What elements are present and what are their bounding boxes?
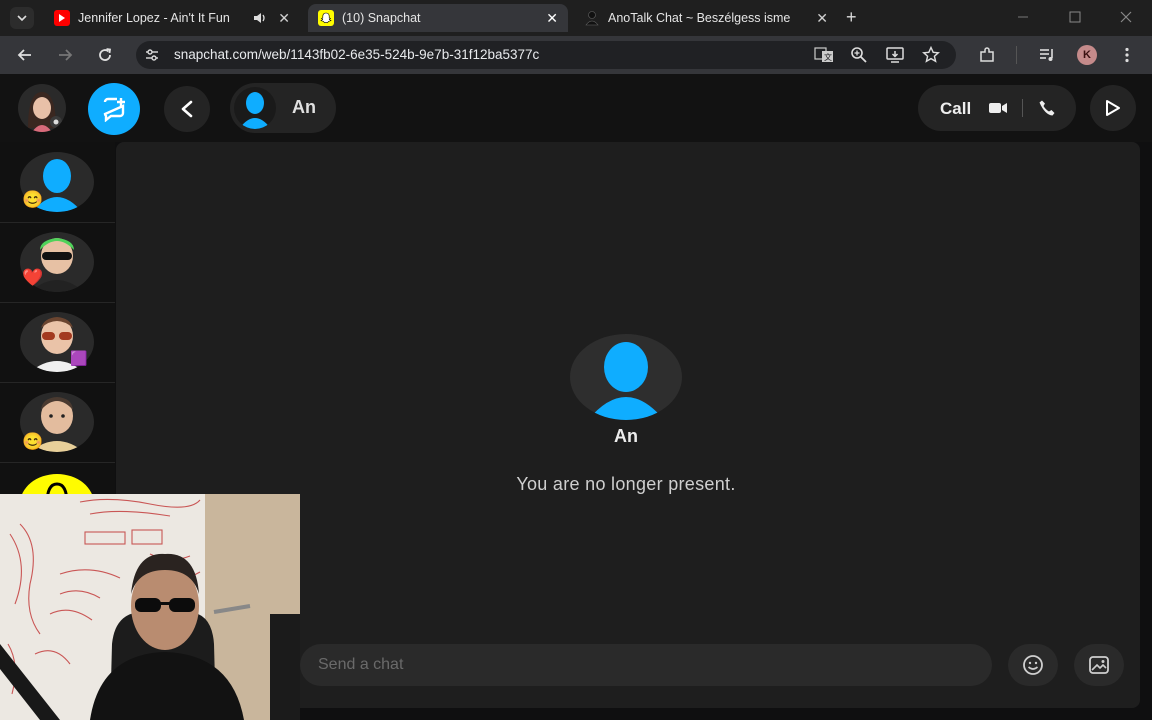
- arrow-left-icon: [17, 49, 31, 61]
- address-bar[interactable]: snapchat.com/web/1143fb02-6e35-524b-9e7b…: [136, 41, 956, 69]
- toolbar-divider: [1016, 46, 1017, 64]
- close-tab-icon[interactable]: ✕: [278, 10, 290, 26]
- more-menu-icon[interactable]: [1118, 46, 1136, 64]
- friend-list-item[interactable]: 😊: [0, 142, 115, 223]
- snapchat-header: An Call: [0, 74, 1152, 142]
- default-avatar-icon: [239, 92, 271, 129]
- friend-list-item[interactable]: 🟪: [0, 302, 115, 383]
- svg-text:文: 文: [824, 52, 832, 62]
- tab-anotalk[interactable]: AnoTalk Chat ~ Beszélgess isme ✕: [574, 4, 838, 32]
- tab-youtube[interactable]: Jennifer Lopez - Ain't It Fun ✕: [44, 4, 300, 32]
- new-chat-icon: [103, 97, 125, 122]
- zoom-icon[interactable]: [850, 46, 868, 69]
- maximize-button[interactable]: [1068, 10, 1082, 24]
- speaker-icon[interactable]: [252, 10, 268, 29]
- image-icon: [1089, 656, 1109, 674]
- close-tab-icon[interactable]: ✕: [546, 10, 558, 26]
- contact-profile-name: An: [614, 426, 638, 446]
- tab-title: Jennifer Lopez - Ain't It Fun: [78, 11, 230, 25]
- emoji-button[interactable]: [1008, 644, 1058, 686]
- friend-list-item[interactable]: 😊: [0, 382, 115, 463]
- smiley-icon: [1023, 655, 1043, 675]
- call-label[interactable]: Call: [940, 99, 971, 119]
- default-avatar-icon: [588, 342, 664, 420]
- minimize-button[interactable]: [1016, 10, 1030, 24]
- gallery-button[interactable]: [1074, 644, 1124, 686]
- my-bitmoji-avatar[interactable]: [18, 84, 66, 132]
- friend-emoji-badge: ❤️: [22, 268, 44, 287]
- forward-button[interactable]: [50, 36, 80, 74]
- reload-icon: [99, 48, 112, 61]
- bookmark-star-icon[interactable]: [922, 45, 940, 69]
- media-control-icon[interactable]: [1038, 46, 1056, 64]
- snapchat-icon: [318, 10, 334, 26]
- play-arrow-icon: [1106, 100, 1120, 116]
- tab-snapchat[interactable]: (10) Snapchat ✕: [308, 4, 568, 32]
- site-settings-icon[interactable]: [144, 47, 160, 68]
- contact-avatar: [234, 87, 276, 129]
- arrow-right-icon: [59, 49, 73, 61]
- friend-emoji-badge: 😊: [22, 190, 44, 209]
- chat-input[interactable]: Send a chat: [300, 644, 992, 686]
- call-controls: Call: [918, 85, 1076, 131]
- browser-tab-bar: Jennifer Lopez - Ain't It Fun ✕ (10) Sna…: [0, 0, 1152, 36]
- friend-emoji-badge: 😊: [22, 432, 44, 451]
- status-message: You are no longer present.: [516, 474, 736, 494]
- profile-avatar[interactable]: K: [1077, 45, 1097, 65]
- chevron-left-icon: [181, 100, 193, 118]
- new-tab-button[interactable]: +: [846, 8, 857, 26]
- send-snap-button[interactable]: [1090, 85, 1136, 131]
- browser-toolbar: snapchat.com/web/1143fb02-6e35-524b-9e7b…: [0, 36, 1152, 74]
- reload-button[interactable]: [90, 36, 120, 74]
- install-app-icon[interactable]: [886, 46, 904, 69]
- friend-list-item[interactable]: ❤️: [0, 222, 115, 303]
- chevron-down-icon: [17, 15, 27, 22]
- contact-name: An: [292, 97, 316, 117]
- back-button[interactable]: [10, 36, 40, 74]
- translate-icon[interactable]: 文: [814, 46, 834, 69]
- youtube-icon: [54, 10, 70, 26]
- close-window-button[interactable]: [1119, 10, 1133, 24]
- chat-input-placeholder: Send a chat: [318, 656, 404, 673]
- call-divider: [1022, 99, 1023, 117]
- tab-search-button[interactable]: [10, 7, 34, 29]
- webcam-video-frame: [0, 494, 300, 720]
- tab-title: (10) Snapchat: [342, 11, 421, 25]
- tab-title: AnoTalk Chat ~ Beszélgess isme: [608, 11, 791, 25]
- contact-header[interactable]: An: [230, 83, 336, 133]
- webcam-overlay: [0, 494, 300, 720]
- extensions-icon[interactable]: [978, 46, 996, 64]
- video-call-icon[interactable]: [988, 100, 1008, 121]
- anotalk-icon: [584, 10, 600, 26]
- url-text[interactable]: snapchat.com/web/1143fb02-6e35-524b-9e7b…: [174, 47, 539, 62]
- voice-call-icon[interactable]: [1038, 99, 1056, 122]
- back-to-chats-button[interactable]: [164, 86, 210, 132]
- new-chat-button[interactable]: [88, 83, 140, 135]
- close-tab-icon[interactable]: ✕: [816, 10, 828, 26]
- contact-profile-avatar[interactable]: [570, 334, 682, 420]
- friend-emoji-badge: 🟪: [70, 350, 88, 366]
